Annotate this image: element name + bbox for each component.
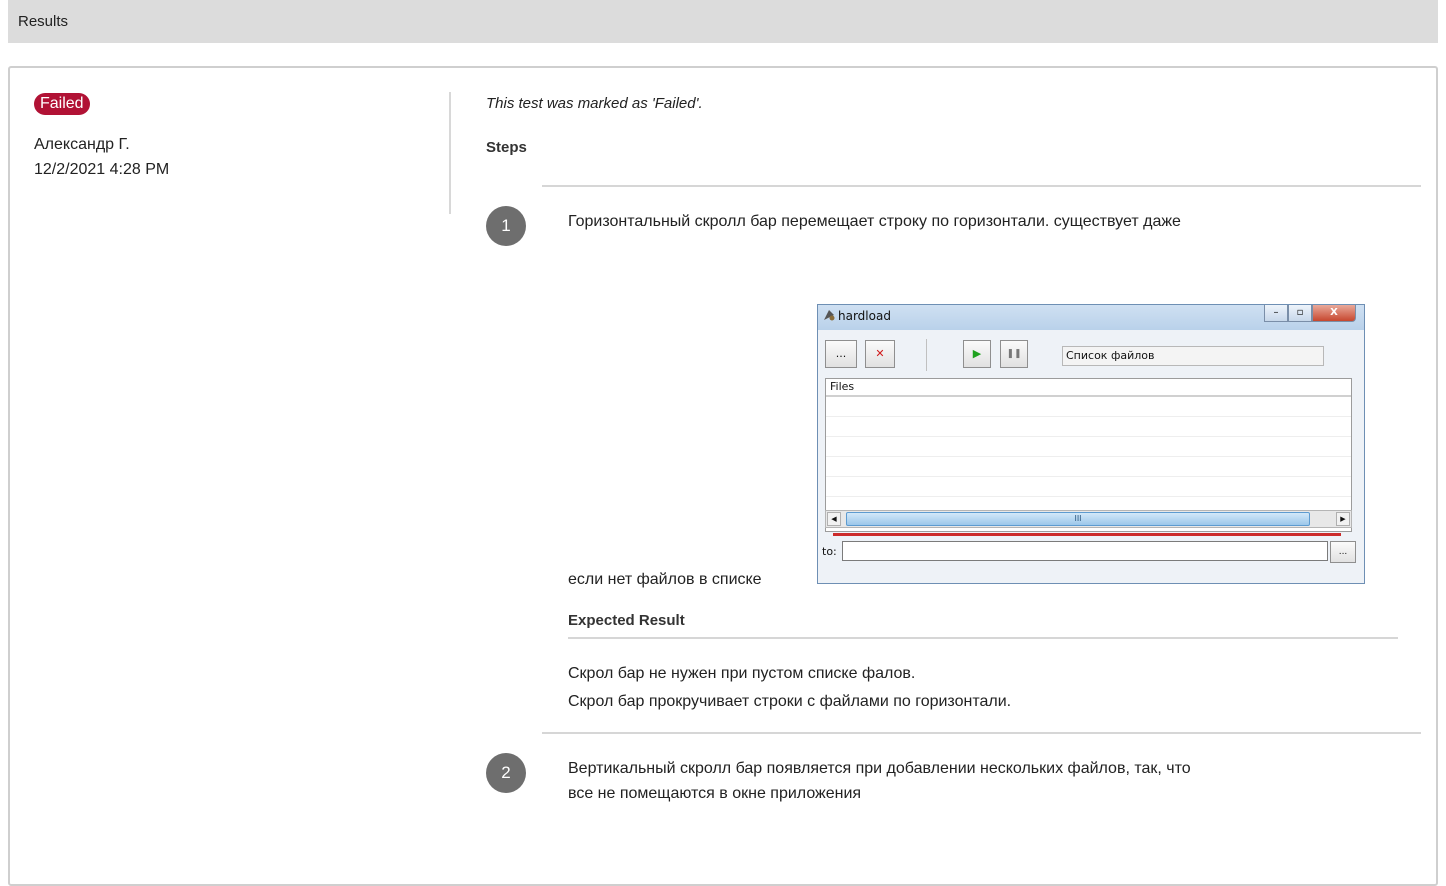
list-row	[826, 477, 1351, 497]
step-number-1: 1	[486, 206, 526, 246]
stop-icon: ✕	[865, 340, 895, 368]
pause-icon: ❚❚	[1000, 340, 1028, 368]
status-badge: Failed	[34, 93, 90, 115]
files-column-header: Files	[826, 379, 1351, 397]
results-header: Results	[8, 0, 1438, 43]
hardload-logo-icon	[824, 310, 835, 321]
scroll-thumb: III	[846, 512, 1310, 526]
close-icon: X	[1312, 305, 1356, 322]
expected-result-title: Expected Result	[568, 612, 685, 629]
app-window-title: hardload	[838, 309, 891, 323]
to-label: to:	[822, 545, 837, 558]
results-title: Results	[18, 13, 69, 30]
list-row	[826, 457, 1351, 477]
to-path-field	[842, 541, 1328, 561]
step-1-text-line2: если нет файлов в списке	[568, 571, 762, 588]
step-2-text-line1: Вертикальный скролл бар появляется при д…	[568, 760, 1191, 777]
expected-result-text: Скрол бар не нужен при пустом списке фал…	[568, 660, 1398, 716]
step-divider	[542, 732, 1421, 734]
toolbar-separator	[926, 339, 927, 371]
status-note: This test was marked as 'Failed'.	[486, 95, 703, 112]
expected-result-divider	[568, 637, 1398, 639]
result-meta: Failed Александр Г. 12/2/2021 4:28 PM	[34, 93, 434, 182]
highlight-underline	[833, 533, 1341, 536]
minimize-icon: –	[1264, 305, 1288, 322]
horizontal-scrollbar: ◀ III ▶	[825, 510, 1352, 528]
author-info: Александр Г. 12/2/2021 4:28 PM	[34, 132, 434, 182]
expected-line-1: Скрол бар не нужен при пустом списке фал…	[568, 665, 916, 682]
list-row	[826, 437, 1351, 457]
result-details: This test was marked as 'Failed'. Steps …	[486, 92, 1421, 802]
hardload-window-screenshot: hardload – ▫ X ... ✕ ▶ ❚❚ Список файлов Fi…	[817, 304, 1365, 584]
step-number-2: 2	[486, 753, 526, 793]
maximize-icon: ▫	[1288, 305, 1312, 322]
step-1-text-line1: Горизонтальный скролл бар перемещает стр…	[568, 213, 1181, 230]
result-timestamp: 12/2/2021 4:28 PM	[34, 161, 170, 178]
expected-line-2: Скрол бар прокручивает строки с файлами …	[568, 693, 1012, 710]
window-controls: – ▫ X	[1264, 305, 1356, 322]
list-row	[826, 417, 1351, 437]
step-2-text: Вертикальный скролл бар появляется при д…	[568, 756, 1388, 806]
scroll-right-icon: ▶	[1336, 512, 1350, 526]
play-icon: ▶	[963, 340, 991, 368]
list-row	[826, 397, 1351, 417]
result-panel: Failed Александр Г. 12/2/2021 4:28 PM Th…	[8, 66, 1438, 886]
files-list: Files	[825, 378, 1352, 532]
step-divider	[542, 185, 1421, 187]
browse-button: ...	[825, 340, 857, 368]
to-browse-button: ...	[1330, 541, 1356, 563]
app-status-field: Список файлов	[1062, 346, 1324, 366]
steps-title: Steps	[486, 139, 527, 156]
scroll-left-icon: ◀	[827, 512, 841, 526]
column-divider	[449, 92, 451, 214]
author-name: Александр Г.	[34, 136, 130, 153]
step-2-text-line2: все не помещаются в окне приложения	[568, 785, 862, 802]
